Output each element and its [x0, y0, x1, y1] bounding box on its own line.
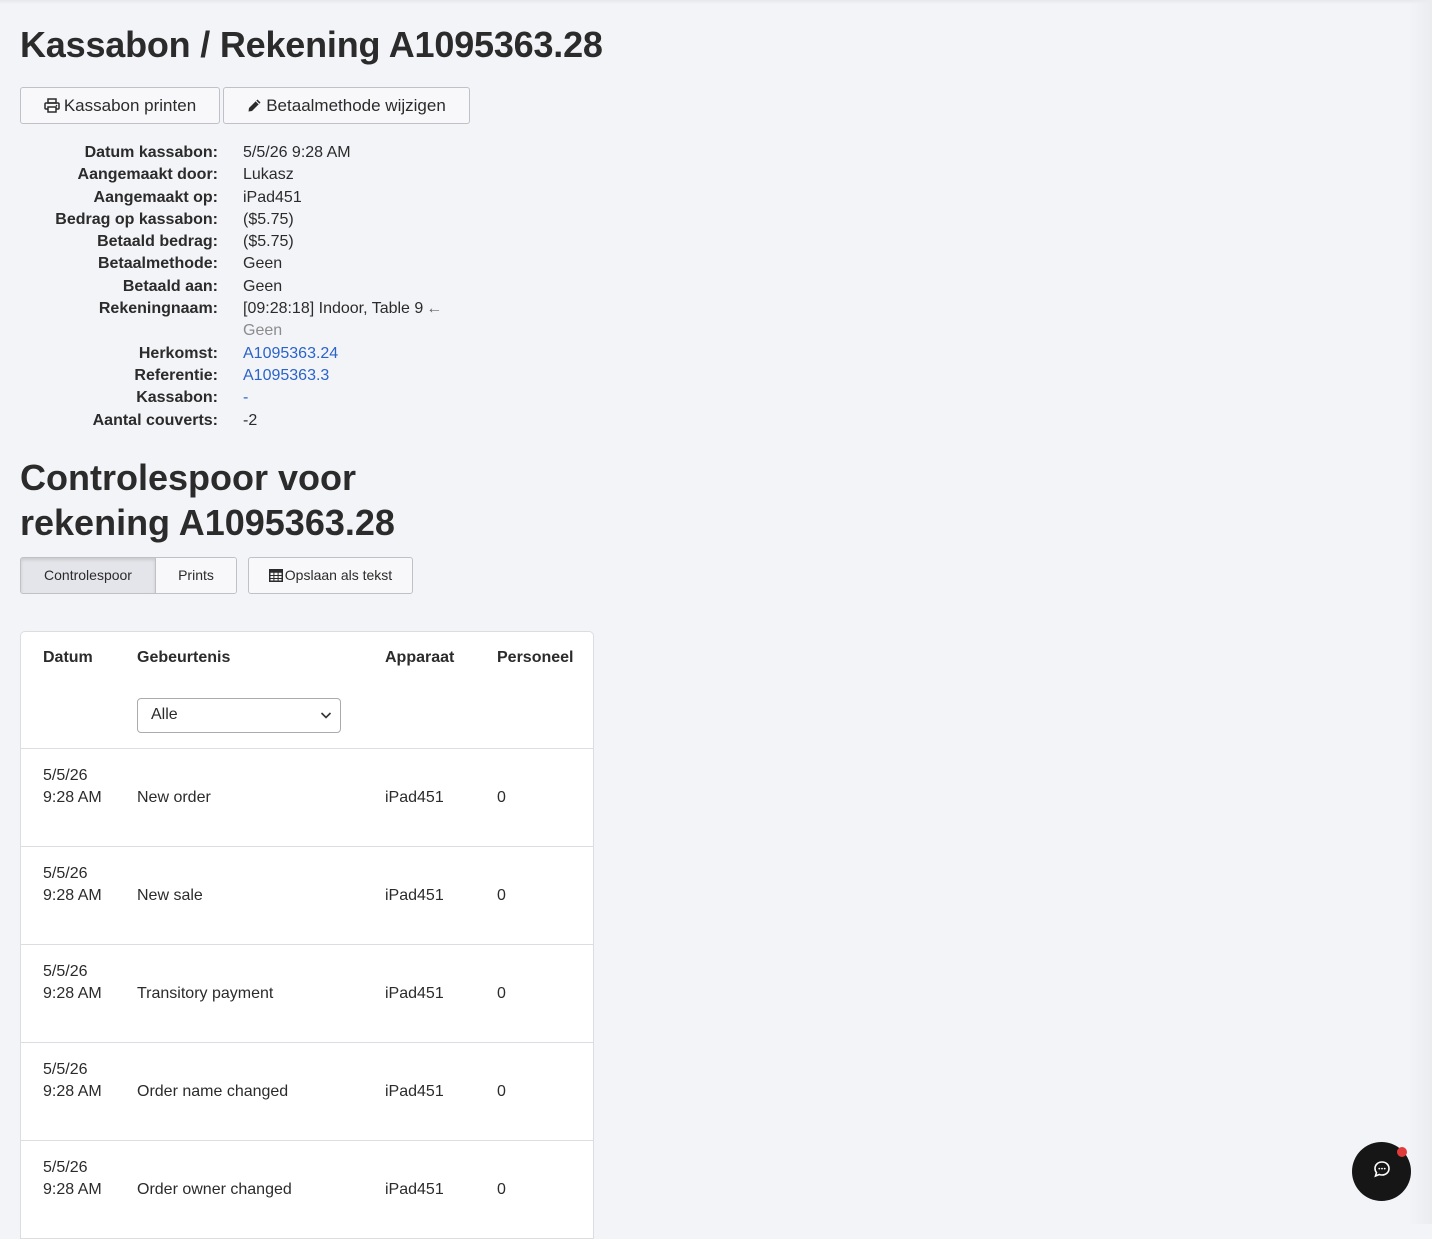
created-on-label: Aangemaakt op:: [93, 188, 218, 206]
account-name-value: [09:28:18] Indoor, Table 9 ← Geen: [243, 298, 480, 343]
column-header-device: Apparaat: [385, 648, 455, 666]
receipt-label: Kassabon:: [136, 389, 218, 407]
action-buttons: Kassabon printen Betaalmethode wijzigen: [20, 87, 620, 124]
row-event: Transitory payment: [137, 984, 274, 1002]
payment-method-value: Geen: [243, 255, 283, 273]
right-edge-shade: [1408, 0, 1432, 1224]
row-staff: 0: [497, 984, 506, 1002]
row-device: iPad451: [385, 984, 444, 1002]
account-name-previous: Geen: [243, 322, 283, 340]
receipt-amount-value: ($5.75): [243, 210, 294, 228]
chat-support-button[interactable]: [1352, 1142, 1411, 1201]
table-icon: [268, 568, 283, 582]
table-row[interactable]: 5/5/26 9:28 AM Order name changed iPad45…: [21, 1043, 593, 1141]
receipt-link[interactable]: -: [243, 389, 248, 406]
arrow-left-icon: ←: [426, 300, 443, 318]
row-device: iPad451: [385, 1082, 444, 1100]
account-name-label: Rekeningnaam:: [98, 300, 218, 318]
row-date: 5/5/26 9:28 AM: [43, 766, 102, 806]
reference-label: Referentie:: [134, 366, 218, 384]
row-staff: 0: [497, 788, 506, 806]
change-payment-method-label: Betaalmethode wijzigen: [266, 95, 446, 115]
audit-trail-title: Controlespoor voor rekening A1095363.28: [20, 456, 395, 543]
table-row[interactable]: 5/5/26 9:28 AM Order owner changed iPad4…: [21, 1141, 593, 1239]
save-as-text-button[interactable]: Opslaan als tekst: [248, 556, 413, 594]
receipt-details: Datum kassabon: 5/5/26 9:28 AM Aangemaak…: [20, 142, 480, 432]
created-by-value: Lukasz: [243, 166, 294, 184]
chevron-down-icon: [319, 708, 333, 727]
top-shadow: [0, 0, 1432, 4]
audit-tabs: Controlespoor Prints: [20, 556, 237, 594]
row-event: New order: [137, 788, 211, 806]
event-filter-value: Alle: [151, 706, 178, 724]
event-filter-select[interactable]: Alle: [137, 697, 341, 733]
receipt-amount-label: Bedrag op kassabon:: [55, 210, 218, 228]
covers-label: Aantal couverts:: [92, 411, 218, 429]
origin-link[interactable]: A1095363.24: [243, 345, 338, 362]
covers-value: -2: [243, 411, 258, 429]
row-staff: 0: [497, 1082, 506, 1100]
created-by-label: Aangemaakt door:: [77, 166, 218, 184]
change-payment-method-button[interactable]: Betaalmethode wijzigen: [223, 87, 470, 124]
table-header: Datum Gebeurtenis Apparaat Personeel All…: [21, 632, 593, 749]
row-staff: 0: [497, 886, 506, 904]
audit-table: Datum Gebeurtenis Apparaat Personeel All…: [20, 630, 594, 1239]
column-header-event: Gebeurtenis: [137, 648, 231, 666]
row-event: New sale: [137, 886, 203, 904]
paid-to-label: Betaald aan:: [122, 277, 218, 295]
paid-to-value: Geen: [243, 277, 283, 295]
receipt-page: Kassabon / Rekening A1095363.28 Kassabon…: [20, 22, 620, 1239]
tab-prints[interactable]: Prints: [156, 557, 236, 593]
created-on-value: iPad451: [243, 188, 302, 206]
table-row[interactable]: 5/5/26 9:28 AM Transitory payment iPad45…: [21, 945, 593, 1043]
paid-amount-label: Betaald bedrag:: [97, 233, 218, 251]
receipt-date-value: 5/5/26 9:28 AM: [243, 144, 351, 161]
chat-icon: [1373, 1160, 1391, 1183]
account-name-current: [09:28:18] Indoor, Table 9: [243, 300, 424, 318]
row-date: 5/5/26 9:28 AM: [43, 864, 102, 904]
audit-toolbar: Controlespoor Prints Opslaan als tekst: [20, 556, 620, 594]
row-event: Order owner changed: [137, 1180, 292, 1198]
column-header-date: Datum: [43, 648, 93, 666]
receipt-date-label: Datum kassabon:: [84, 144, 218, 161]
column-header-staff: Personeel: [497, 648, 574, 666]
row-device: iPad451: [385, 1180, 444, 1198]
row-device: iPad451: [385, 886, 444, 904]
row-date: 5/5/26 9:28 AM: [43, 962, 102, 1002]
paid-amount-value: ($5.75): [243, 233, 294, 251]
origin-label: Herkomst:: [138, 344, 218, 362]
payment-method-label: Betaalmethode:: [97, 255, 218, 273]
table-row[interactable]: 5/5/26 9:28 AM New order iPad451 0: [21, 749, 593, 847]
row-date: 5/5/26 9:28 AM: [43, 1060, 102, 1100]
pencil-icon: [247, 98, 262, 113]
row-device: iPad451: [385, 788, 444, 806]
reference-link[interactable]: A1095363.3: [243, 367, 329, 384]
notification-dot: [1397, 1147, 1407, 1157]
print-receipt-label: Kassabon printen: [63, 95, 197, 115]
row-event: Order name changed: [137, 1082, 289, 1100]
tab-audit-trail[interactable]: Controlespoor: [21, 557, 156, 593]
print-receipt-button[interactable]: Kassabon printen: [20, 87, 220, 124]
save-as-text-label: Opslaan als tekst: [284, 567, 393, 584]
row-staff: 0: [497, 1180, 506, 1198]
page-title: Kassabon / Rekening A1095363.28: [20, 24, 603, 65]
row-date: 5/5/26 9:28 AM: [43, 1158, 102, 1198]
printer-icon: [44, 98, 60, 113]
table-row[interactable]: 5/5/26 9:28 AM New sale iPad451 0: [21, 847, 593, 945]
